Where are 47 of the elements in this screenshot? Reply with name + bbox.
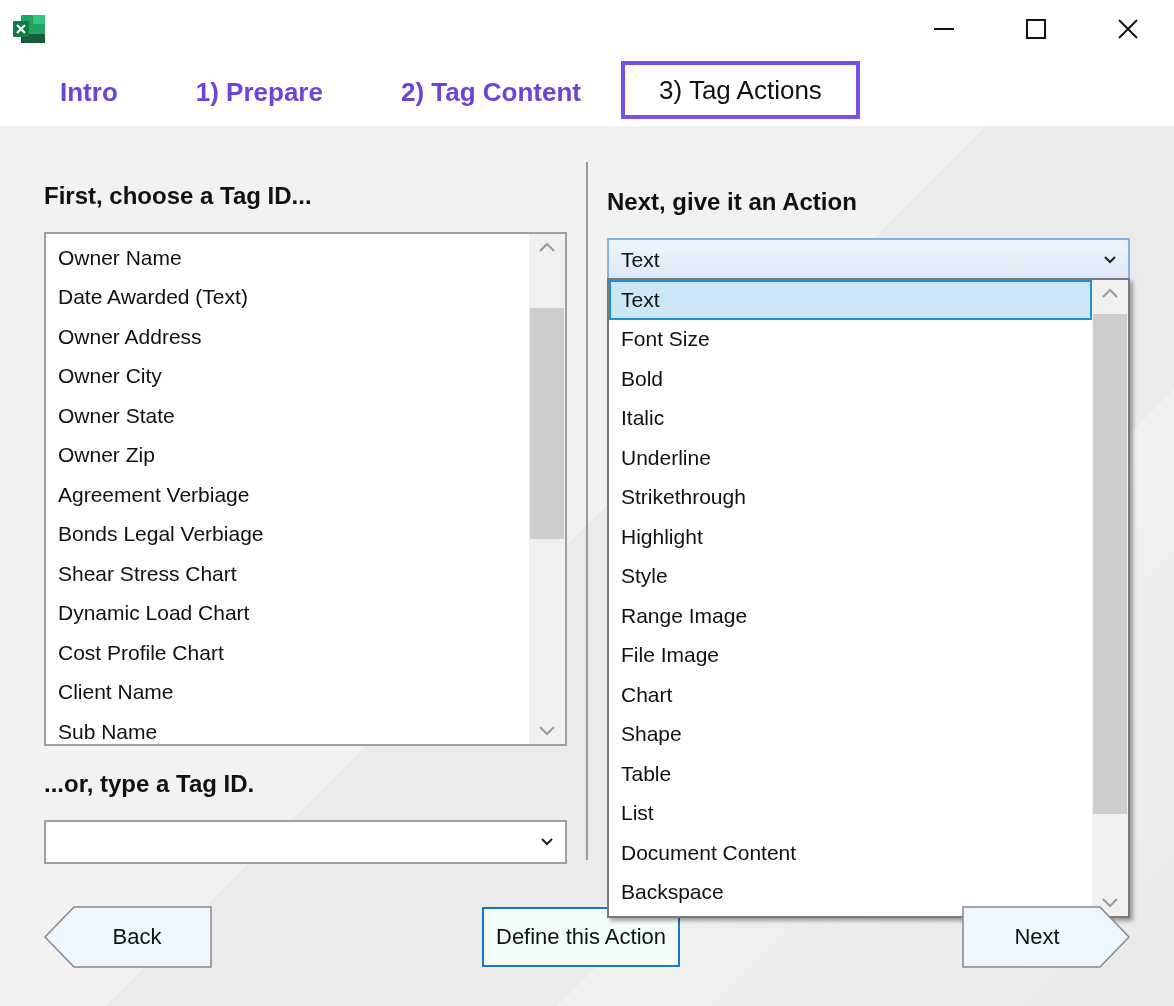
list-item[interactable]: Owner Address — [58, 317, 529, 357]
list-item[interactable]: Agreement Verbiage — [58, 475, 529, 515]
dropdown-option[interactable]: Italic — [609, 398, 1092, 438]
section-heading: First, choose a Tag ID... — [44, 182, 313, 211]
scrollbar-thumb[interactable] — [1093, 314, 1127, 814]
list-item[interactable]: Client Name — [58, 672, 529, 712]
dropdown-option[interactable]: File Image — [609, 635, 1092, 675]
scrollbar[interactable] — [529, 234, 565, 744]
list-item[interactable]: Sub Name — [58, 712, 529, 744]
section-heading: ...or, type a Tag ID. — [44, 770, 256, 799]
dropdown-option[interactable]: Text — [609, 280, 1092, 320]
scrollbar[interactable] — [1092, 280, 1128, 916]
list-item[interactable]: Owner Zip — [58, 435, 529, 475]
list-item[interactable]: Bonds Legal Verbiage — [58, 514, 529, 554]
tab[interactable]: 3) Tag Actions — [621, 61, 860, 119]
close-icon — [1118, 19, 1138, 39]
dropdown-option[interactable]: Range Image — [609, 596, 1092, 636]
back-button[interactable]: Back — [44, 906, 212, 968]
list-item[interactable]: Owner State — [58, 396, 529, 436]
list-item[interactable]: Owner Name — [58, 238, 529, 278]
define-action-button[interactable]: Define this Action — [482, 907, 680, 967]
dropdown-option[interactable]: Document Content — [609, 833, 1092, 873]
dropdown-option[interactable]: Highlight — [609, 517, 1092, 557]
next-button[interactable]: Next — [962, 906, 1130, 968]
dropdown-option[interactable]: Shape — [609, 714, 1092, 754]
dropdown-option[interactable]: List — [609, 793, 1092, 833]
dropdown-option[interactable]: Underline — [609, 438, 1092, 478]
scrollbar-thumb[interactable] — [530, 308, 564, 539]
dropdown-option[interactable]: Font Size — [609, 319, 1092, 359]
tag-id-combo-field[interactable] — [44, 820, 567, 864]
minimize-icon — [934, 28, 954, 30]
dropdown-option[interactable]: Table — [609, 754, 1092, 794]
list-item[interactable]: Shear Stress Chart — [58, 554, 529, 594]
list-item[interactable]: Owner City — [58, 356, 529, 396]
spreadsheet-app-icon — [13, 15, 45, 43]
dropdown-option[interactable]: Chart — [609, 675, 1092, 715]
list-item[interactable]: Cost Profile Chart — [58, 633, 529, 673]
chevron-down-icon — [1104, 256, 1116, 264]
dropdown-option[interactable]: Strikethrough — [609, 477, 1092, 517]
maximize-icon — [1026, 19, 1046, 39]
dropdown-option[interactable]: Style — [609, 556, 1092, 596]
list-item[interactable]: Date Awarded (Text) — [58, 277, 529, 317]
list-item[interactable]: Dynamic Load Chart — [58, 593, 529, 633]
chevron-down-icon — [541, 838, 553, 846]
section-heading: Next, give it an Action — [607, 188, 858, 217]
tag-id-list[interactable]: Owner Name Date Awarded (Text) Owner Address Owner City Owner State Owner Zip Agreement Verbiage Bonds Legal Verbiage Shear Stress Chart Dynamic Load Chart Cost Profile Chart Client Name Sub Name — [44, 232, 567, 746]
dropdown-option[interactable]: Bold — [609, 359, 1092, 399]
